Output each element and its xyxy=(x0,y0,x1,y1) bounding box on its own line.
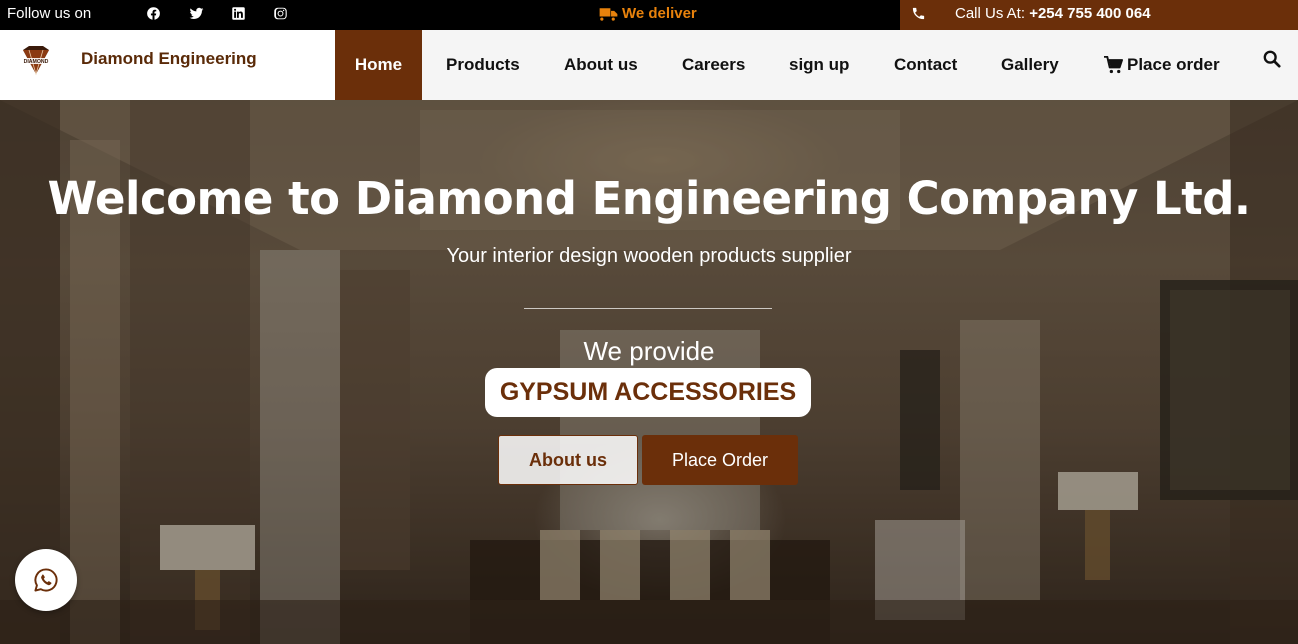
nav-gallery[interactable]: Gallery xyxy=(1001,30,1059,100)
nav-contact[interactable]: Contact xyxy=(894,30,957,100)
call-us-box: Call Us At: +254 755 400 064 xyxy=(900,0,1298,30)
hero-section: Welcome to Diamond Engineering Company L… xyxy=(0,100,1298,644)
nav-products[interactable]: Products xyxy=(446,30,520,100)
search-icon[interactable] xyxy=(1263,50,1281,68)
instagram-icon[interactable] xyxy=(272,5,288,21)
nav-about-us[interactable]: About us xyxy=(564,30,638,100)
phone-number[interactable]: +254 755 400 064 xyxy=(1029,5,1150,22)
hero-title: Welcome to Diamond Engineering Company L… xyxy=(47,172,1251,225)
nav-home[interactable]: Home xyxy=(335,30,422,100)
whatsapp-chat-button[interactable] xyxy=(15,549,77,611)
nav-place-order[interactable]: Place order xyxy=(1103,30,1220,100)
nav-sign-up[interactable]: sign up xyxy=(789,30,849,100)
hero-subtitle: Your interior design wooden products sup… xyxy=(446,245,852,267)
whatsapp-icon xyxy=(34,568,58,592)
twitter-icon[interactable] xyxy=(188,5,204,21)
we-provide-label: We provide xyxy=(583,336,715,366)
diamond-logo[interactable]: DIAMOND xyxy=(15,44,57,78)
place-order-button[interactable]: Place Order xyxy=(642,435,798,485)
about-us-button[interactable]: About us xyxy=(498,435,638,485)
logo-text: DIAMOND xyxy=(24,59,49,65)
cart-icon xyxy=(1104,56,1123,74)
we-deliver-link[interactable]: We deliver xyxy=(599,5,697,22)
top-bar: Follow us on We deliver Call Us At: +254… xyxy=(0,0,1298,30)
call-us-text[interactable]: Call Us At: +254 755 400 064 xyxy=(955,5,1151,22)
truck-icon xyxy=(599,7,618,21)
phone-icon xyxy=(911,6,927,22)
nav-place-order-label: Place order xyxy=(1127,55,1220,74)
facebook-icon[interactable] xyxy=(145,5,161,21)
linkedin-icon[interactable] xyxy=(230,5,246,21)
brand-area: DIAMOND Diamond Engineering xyxy=(0,30,335,100)
provided-product-highlight: GYPSUM ACCESSORIES xyxy=(485,368,811,417)
follow-us-label: Follow us on xyxy=(7,5,92,22)
call-us-label: Call Us At: xyxy=(955,5,1030,22)
we-deliver-label: We deliver xyxy=(622,5,697,22)
hero-divider xyxy=(524,308,772,309)
nav-careers[interactable]: Careers xyxy=(682,30,745,100)
brand-name[interactable]: Diamond Engineering xyxy=(81,49,257,69)
main-navbar: DIAMOND Diamond Engineering Home Product… xyxy=(0,30,1298,100)
